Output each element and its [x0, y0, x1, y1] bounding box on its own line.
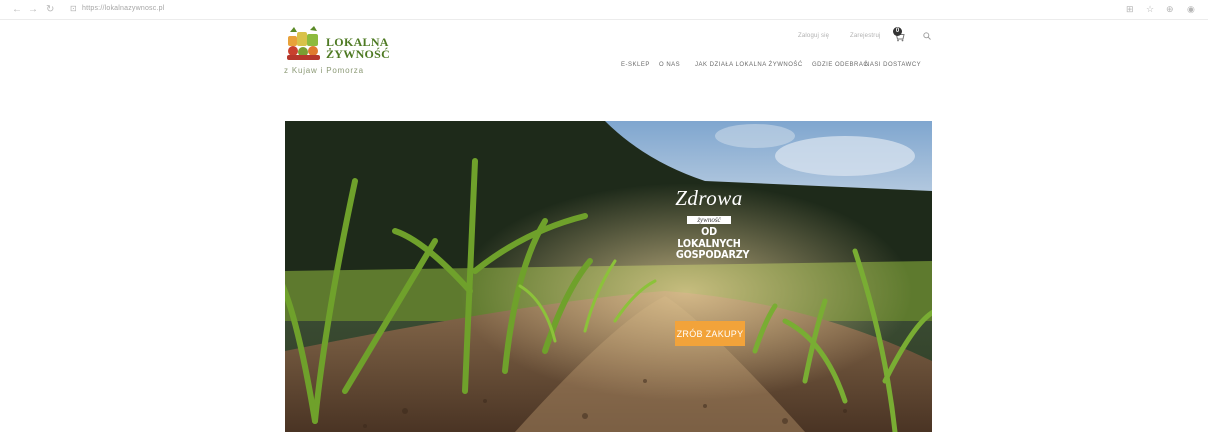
browser-toolbar: ← → ↻ ⊡ https://lokalnazywnosc.pl ⊞ ☆ ⊕ …: [0, 0, 1208, 20]
address-bar[interactable]: https://lokalnazywnosc.pl: [82, 5, 164, 12]
slogan-line-farmers: GOSPODARZY: [675, 249, 750, 261]
lock-icon: ⊡: [70, 4, 77, 13]
extension-icon[interactable]: ⊕: [1166, 4, 1174, 15]
site-logo[interactable]: LOKALNA ŻYWNOŚĆ z Kujaw i Pomorza: [284, 26, 394, 76]
logo-subtitle: z Kujaw i Pomorza: [284, 66, 364, 75]
arrow-left-icon[interactable]: ←: [12, 4, 22, 15]
slogan-line-from-local: OD LOKALNYCH: [677, 226, 741, 250]
nav-item-suppliers[interactable]: NASI DOSTAWCY: [865, 62, 921, 68]
nav-item-eshop[interactable]: E-SKLEP: [621, 62, 650, 68]
slogan-line-food: żywność: [687, 216, 731, 224]
star-icon[interactable]: ☆: [1146, 4, 1154, 15]
logo-vegetables-icon: [287, 26, 320, 60]
nav-item-pickup-points[interactable]: GDZIE ODEBRAĆ: [812, 62, 868, 68]
nav-item-about[interactable]: O NAS: [659, 62, 680, 68]
cart-count-badge: 0: [893, 27, 902, 36]
profile-icon[interactable]: ◉: [1187, 4, 1195, 15]
translate-icon[interactable]: ⊞: [1126, 4, 1134, 15]
logo-text-line2: ŻYWNOŚĆ: [326, 47, 391, 61]
hero-banner: Zdrowa żywność OD LOKALNYCH GOSPODARZY Z…: [285, 121, 932, 432]
shop-now-button[interactable]: ZRÓB ZAKUPY: [675, 321, 745, 346]
hero-slogan: Zdrowa żywność OD LOKALNYCH GOSPODARZY: [673, 186, 750, 262]
arrow-right-icon[interactable]: →: [28, 4, 38, 15]
login-link[interactable]: Zaloguj się: [798, 33, 829, 39]
register-link[interactable]: Zarejestruj: [850, 33, 881, 39]
slogan-line-healthy: Zdrowa: [675, 186, 743, 210]
nav-item-how-it-works[interactable]: JAK DZIAŁA LOKALNA ŻYWNOŚĆ: [695, 62, 803, 68]
reload-icon[interactable]: ↻: [46, 4, 54, 15]
search-icon[interactable]: [923, 32, 931, 40]
corn-field-image: [285, 121, 932, 432]
